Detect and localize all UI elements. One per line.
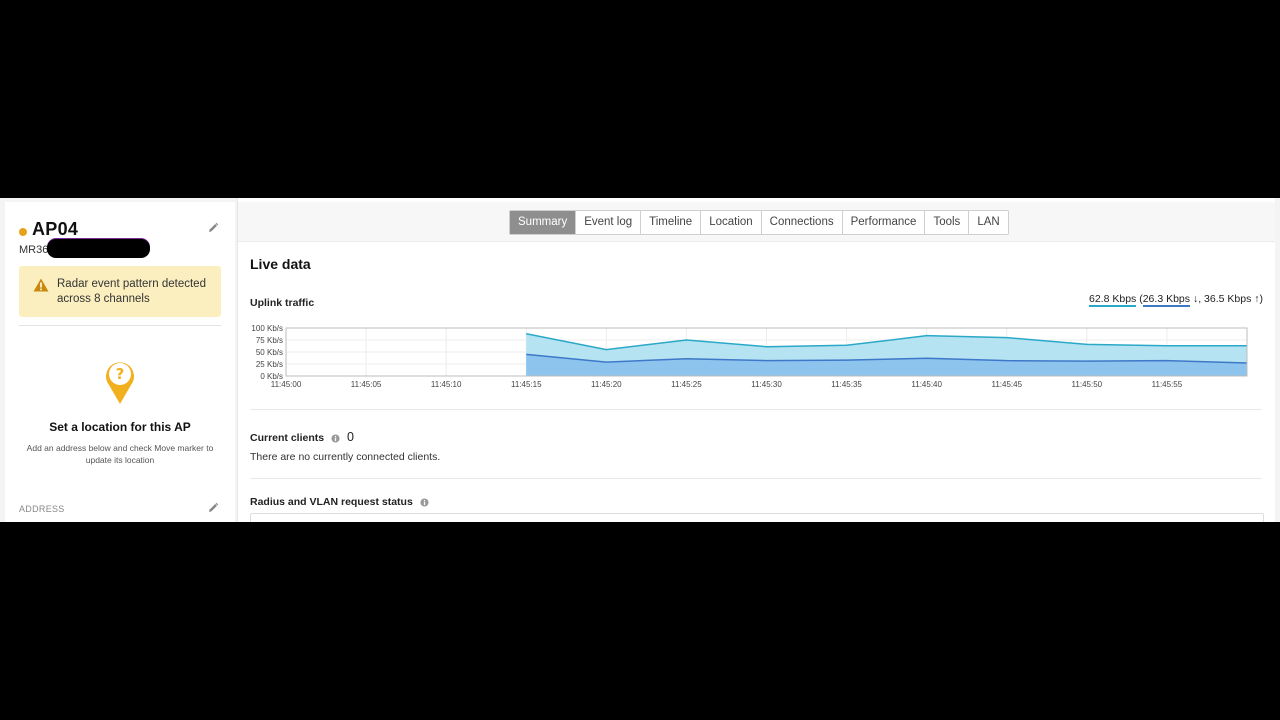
x-tick-label: 11:45:45 [991,380,1022,389]
redaction-mark [47,239,150,258]
x-tick-label: 11:45:40 [911,380,942,389]
y-tick-label: 25 Kb/s [256,360,283,369]
app-window: AP04 MR36 Radar event pattern detected a… [0,198,1280,522]
radius-vlan-heading: Radius and VLAN request status [250,496,429,508]
main-content: Summary Event log Timeline Location Conn… [237,198,1275,522]
radius-status-panel [250,513,1264,522]
x-tick-label: 11:45:35 [831,380,862,389]
x-tick-label: 11:45:50 [1072,380,1103,389]
x-tick-label: 11:45:30 [751,380,782,389]
current-clients-label: Current clients [250,432,325,444]
tab-bar: Summary Event log Timeline Location Conn… [238,202,1275,242]
tab-summary[interactable]: Summary [510,211,577,234]
no-clients-message: There are no currently connected clients… [250,451,441,463]
device-model: MR36 [19,244,49,256]
tab-tools[interactable]: Tools [925,211,970,234]
traffic-rates: 62.8 Kbps (26.3 Kbps ↓, 36.5 Kbps ↑) [1089,293,1264,307]
y-tick-label: 100 Kb/s [251,324,283,333]
info-icon[interactable] [331,434,340,443]
tab-performance[interactable]: Performance [843,211,926,234]
total-rate: 62.8 Kbps [1089,293,1137,307]
divider [250,478,1262,479]
device-sidebar: AP04 MR36 Radar event pattern detected a… [5,202,235,522]
uplink-traffic-heading: Uplink traffic [250,297,315,309]
tab-connections[interactable]: Connections [762,211,843,234]
current-clients-heading: Current clients 0 [250,430,354,444]
location-pin-question-icon: ? [106,362,134,404]
x-tick-label: 11:45:25 [671,380,702,389]
x-tick-label: 11:45:10 [431,380,462,389]
divider [19,325,221,326]
radar-alert: Radar event pattern detected across 8 ch… [19,266,221,317]
tab-group: Summary Event log Timeline Location Conn… [509,210,1009,235]
info-icon[interactable] [420,498,429,507]
tab-lan[interactable]: LAN [969,211,1007,234]
address-label: ADDRESS [19,504,65,514]
svg-text:?: ? [116,365,125,383]
tab-event-log[interactable]: Event log [576,211,642,234]
alert-message: Radar event pattern detected across 8 ch… [57,278,206,305]
x-tick-label: 11:45:15 [511,380,542,389]
x-tick-label: 11:45:55 [1152,380,1183,389]
x-tick-label: 11:45:05 [351,380,382,389]
live-data-heading: Live data [250,256,311,272]
location-title: Set a location for this AP [49,420,191,434]
y-tick-label: 50 Kb/s [256,348,283,357]
status-indicator [19,228,27,236]
x-tick-label: 11:45:20 [591,380,622,389]
location-description: Add an address below and check Move mark… [26,443,214,465]
client-count: 0 [346,430,354,444]
x-tick-label: 11:45:00 [271,380,302,389]
rate-paren-close: ) [1259,293,1264,305]
radius-vlan-label: Radius and VLAN request status [250,496,413,508]
device-name: AP04 [32,219,79,239]
down-rate: 26.3 Kbps [1142,293,1191,307]
warning-icon [33,278,49,292]
divider [250,409,1262,410]
uplink-traffic-chart: 100 Kb/s75 Kb/s50 Kb/s25 Kb/s0 Kb/s11:45… [251,324,1248,389]
pencil-icon[interactable] [207,502,219,514]
pencil-icon[interactable] [207,222,219,234]
up-rate: 36.5 Kbps [1204,293,1252,305]
tab-location[interactable]: Location [701,211,762,234]
y-tick-label: 75 Kb/s [256,336,283,345]
tab-timeline[interactable]: Timeline [641,211,702,234]
